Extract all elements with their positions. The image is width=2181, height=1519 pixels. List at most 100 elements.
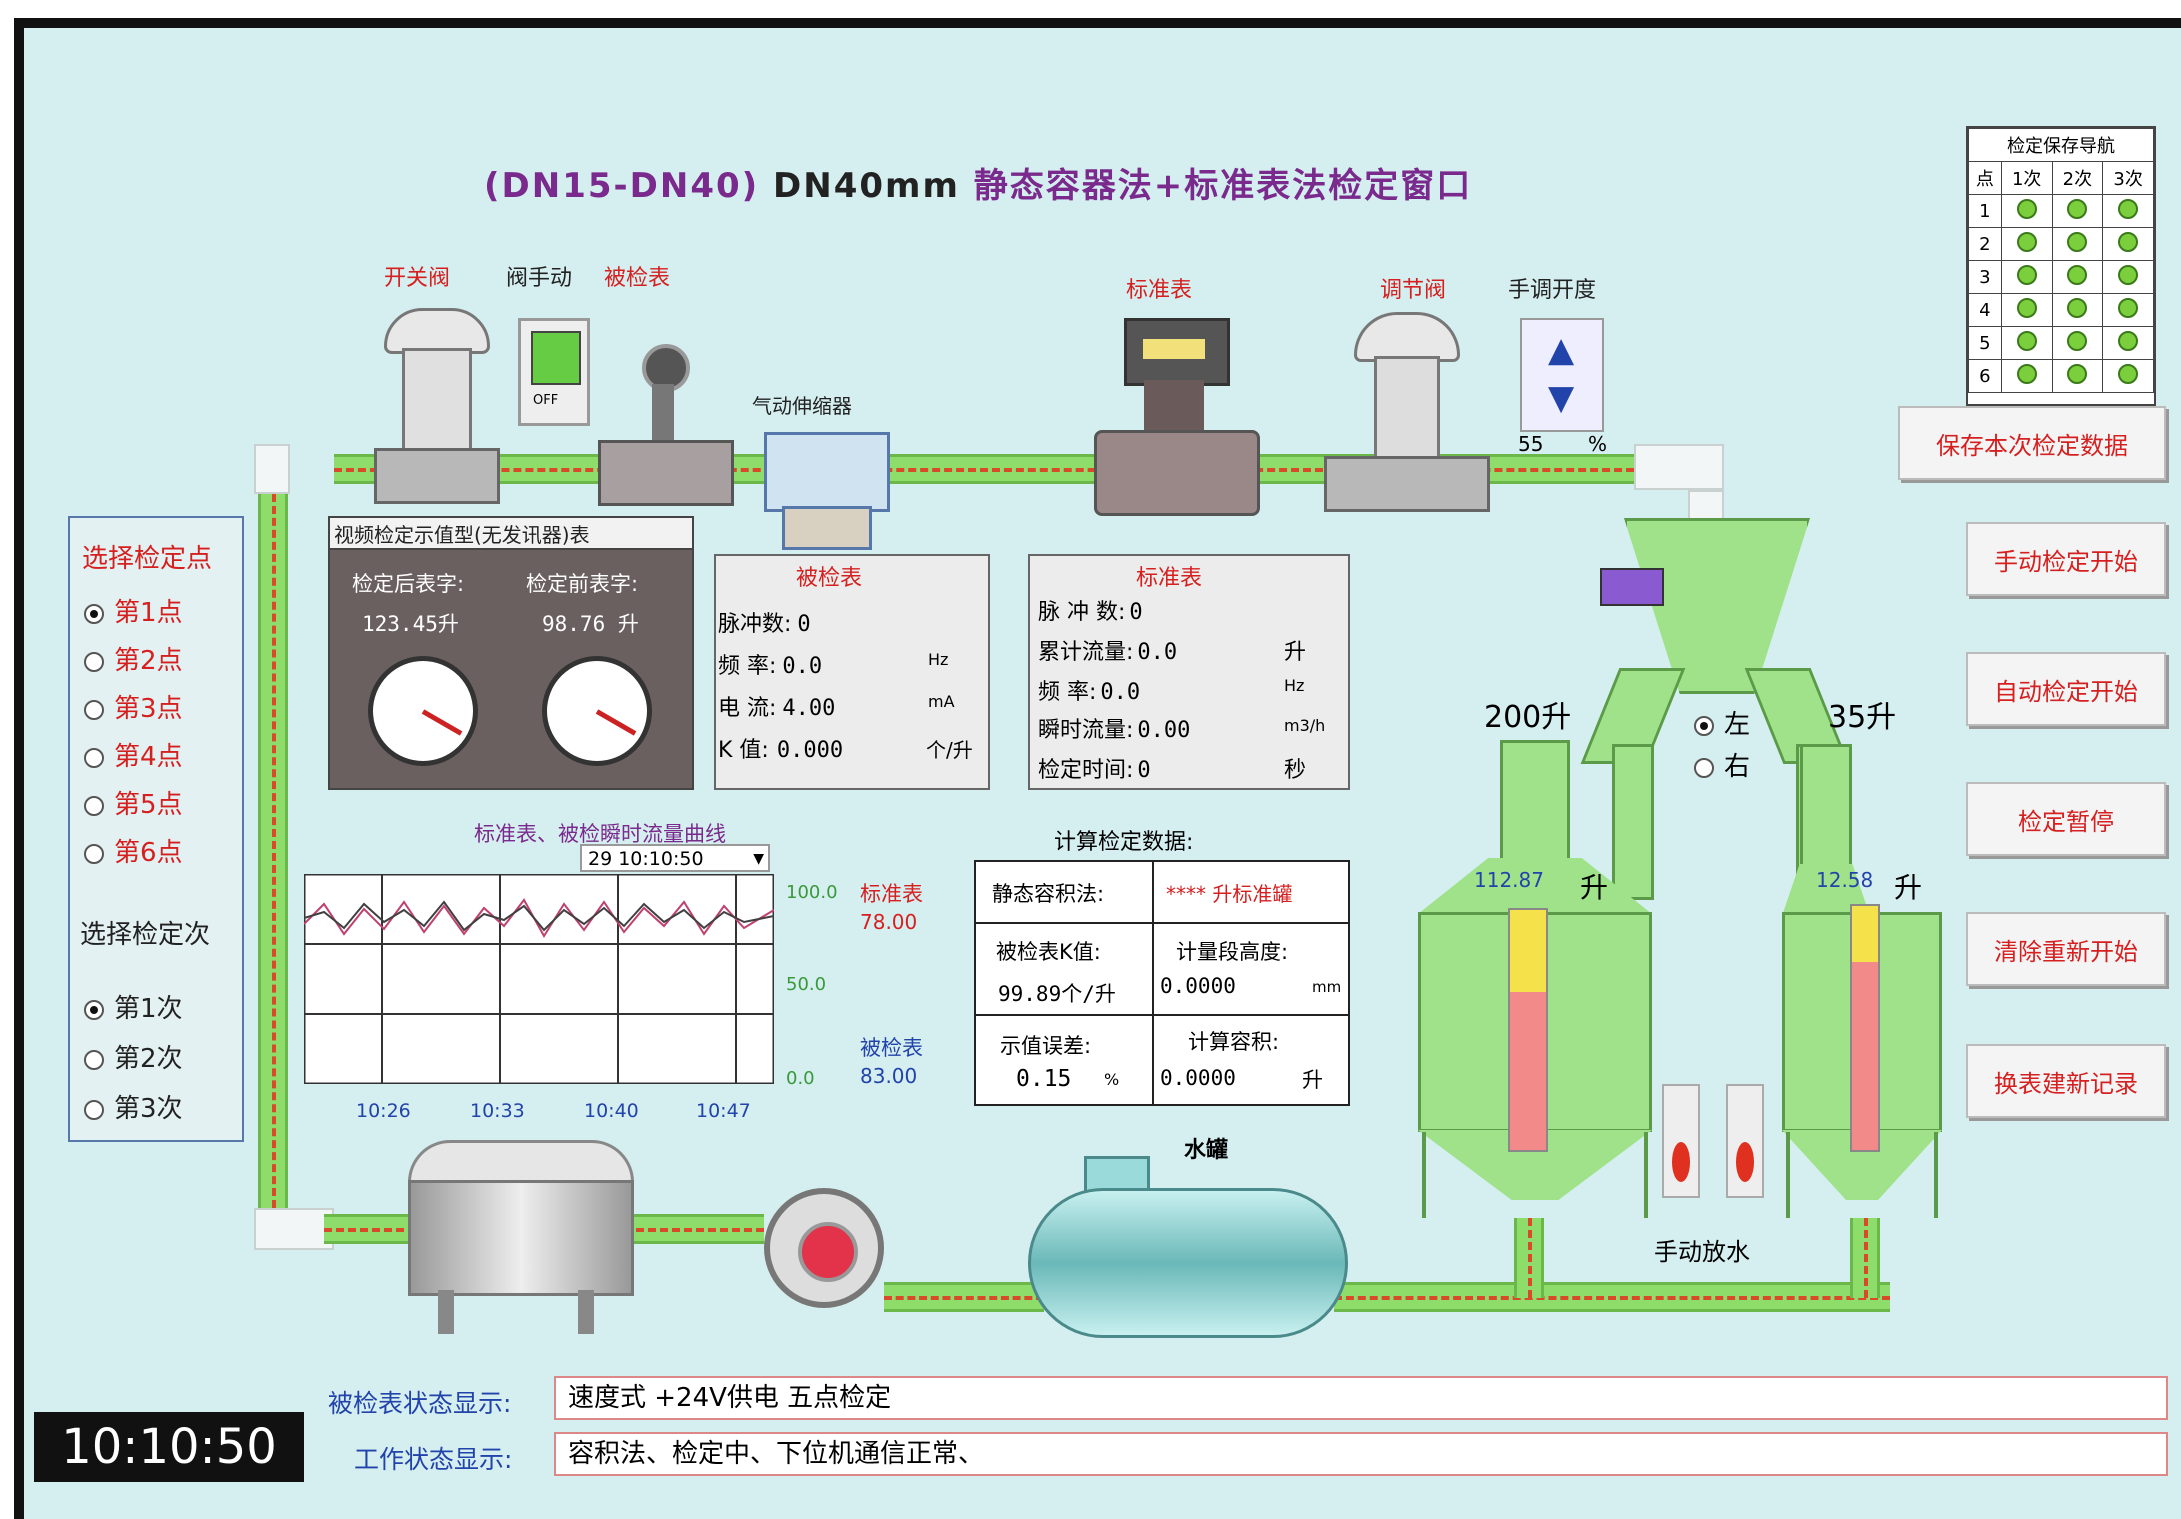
error-unit: % — [1104, 1070, 1120, 1089]
nav-col-1: 1次 — [2000, 161, 2053, 195]
switch-valve-label: 开关阀 — [384, 266, 451, 291]
expander-label: 气动伸缩器 — [752, 394, 852, 418]
pump-icon[interactable] — [764, 1188, 884, 1308]
trend-chart — [302, 872, 776, 1086]
valve-manual-off-label: OFF — [533, 393, 559, 408]
pause-button[interactable]: 检定暂停 — [1966, 782, 2166, 856]
run-option-1[interactable]: 第1次 — [84, 988, 183, 1025]
point-option-3[interactable]: 第3点 — [84, 688, 183, 725]
point-option-6[interactable]: 第6点 — [84, 832, 183, 869]
point-option-5[interactable]: 第5点 — [84, 784, 183, 821]
status-dot-icon[interactable] — [2118, 198, 2139, 219]
reset-button[interactable]: 清除重新开始 — [1966, 912, 2166, 986]
std-row-unit: 秒 — [1284, 758, 1307, 783]
auto-start-button[interactable]: 自动检定开始 — [1966, 652, 2166, 726]
point-option-label: 第1点 — [114, 598, 183, 628]
status-dot-icon[interactable] — [2118, 264, 2139, 285]
pneumatic-expander[interactable] — [764, 432, 890, 552]
point-option-4[interactable]: 第4点 — [84, 736, 183, 773]
diverter-actuator-icon[interactable] — [1600, 568, 1664, 606]
mut-row-unit: Hz — [928, 650, 949, 669]
status-dot-icon[interactable] — [2016, 264, 2037, 285]
radio-selected-icon — [84, 999, 104, 1020]
pipe-left-vertical — [258, 494, 288, 1208]
trend-xtick: 10:47 — [696, 1100, 751, 1122]
arrow-up-icon[interactable]: ▲ — [1548, 330, 1574, 370]
status-dot-icon[interactable] — [2016, 297, 2037, 318]
calc-divider — [976, 922, 1348, 924]
status-dot-icon[interactable] — [2016, 363, 2037, 384]
status-dot-icon[interactable] — [2016, 231, 2037, 252]
valve-manual-toggle[interactable]: OFF — [518, 318, 590, 426]
valve-manual-label: 阀手动 — [506, 266, 573, 291]
drain-valve-right-icon[interactable] — [1726, 1084, 1764, 1198]
status-dot-icon[interactable] — [2067, 330, 2088, 351]
trend-xtick: 10:33 — [470, 1100, 525, 1122]
save-navigation-table: 检定保存导航 点 1次 2次 3次 1 2 3 4 5 6 — [1966, 126, 2156, 406]
status-dot-icon[interactable] — [2067, 231, 2088, 252]
std-row-value: 0.00 — [1137, 718, 1191, 743]
standard-meter-device — [1094, 318, 1260, 518]
right-tank-neck — [1800, 744, 1852, 870]
trend-std-value: 78.00 — [860, 910, 918, 934]
reg-valve-actuator-icon — [1354, 312, 1460, 362]
std-row-label: 累计流量: — [1038, 640, 1134, 665]
nav-col-2: 2次 — [2051, 161, 2104, 195]
trend-timestamp-select[interactable]: 29 10:10:50 ▼ — [580, 844, 770, 872]
status-dot-icon[interactable] — [2067, 363, 2088, 384]
point-option-label: 第6点 — [114, 838, 183, 868]
nav-row: 2 — [1968, 227, 2154, 261]
switch-valve[interactable] — [374, 308, 500, 508]
volume-label: 计算容积: — [1188, 1030, 1280, 1054]
title-range: (DN15-DN40) — [484, 166, 760, 206]
status-dot-icon[interactable] — [2067, 297, 2088, 318]
diverter-down-left — [1612, 744, 1654, 900]
before-reading-label: 检定前表字: — [526, 572, 639, 596]
save-data-button[interactable]: 保存本次检定数据 — [1898, 406, 2166, 480]
point-option-1[interactable]: 第1点 — [84, 592, 183, 629]
nav-row-label: 1 — [1968, 194, 2002, 228]
mut-row-value: 0.0 — [782, 654, 823, 679]
mut-row: 电 流: 4.00 — [718, 690, 835, 722]
before-gauge-icon — [542, 656, 652, 766]
meter-status-display: 速度式 +24V供电 五点检定 — [554, 1376, 2168, 1420]
status-dot-icon[interactable] — [2118, 363, 2139, 384]
divert-right-option[interactable]: 右 — [1694, 746, 1750, 783]
divert-left-option[interactable]: 左 — [1694, 704, 1750, 741]
status-dot-icon[interactable] — [2016, 198, 2037, 219]
status-dot-icon[interactable] — [2118, 231, 2139, 252]
status-dot-icon[interactable] — [2067, 264, 2088, 285]
mut-row-value: 4.00 — [782, 696, 836, 721]
static-label: 静态容积法: — [992, 882, 1105, 906]
status-dot-icon[interactable] — [2118, 297, 2139, 318]
height-value: 0.0000 — [1160, 974, 1236, 998]
divert-right-label: 右 — [1724, 752, 1751, 782]
arrow-down-icon[interactable]: ▼ — [1548, 378, 1574, 418]
radio-icon — [84, 1099, 104, 1120]
filter-vessel-icon — [408, 1140, 634, 1340]
volume-unit: 升 — [1302, 1068, 1323, 1092]
right-tank-level-gauge — [1850, 904, 1880, 1152]
manual-opening-stepper[interactable]: ▲ ▼ — [1520, 318, 1604, 432]
run-option-2[interactable]: 第2次 — [84, 1038, 183, 1075]
left-tank-level-fill — [1510, 992, 1546, 1150]
mut-row: K 值: 0.000 — [718, 732, 843, 764]
point-option-2[interactable]: 第2点 — [84, 640, 183, 677]
water-tank-label: 水罐 — [1184, 1138, 1229, 1163]
pipe-pump-to-tank — [884, 1282, 1044, 1312]
manual-opening-unit: % — [1588, 432, 1608, 456]
left-tank-reading: 112.87 — [1474, 868, 1544, 892]
new-record-button[interactable]: 换表建新记录 — [1966, 1044, 2166, 1118]
left-tank-leg — [1644, 1132, 1648, 1218]
regulating-valve-label: 调节阀 — [1380, 278, 1447, 303]
video-panel-title: 视频检定示值型(无发讯器)表 — [328, 516, 694, 550]
manual-opening-value: 55 — [1518, 432, 1544, 456]
run-option-3[interactable]: 第3次 — [84, 1088, 183, 1125]
status-dot-icon[interactable] — [2016, 330, 2037, 351]
status-dot-icon[interactable] — [2118, 330, 2139, 351]
status-dot-icon[interactable] — [2067, 198, 2088, 219]
run-option-label: 第2次 — [114, 1044, 183, 1074]
regulating-valve[interactable] — [1324, 312, 1490, 512]
manual-start-button[interactable]: 手动检定开始 — [1966, 522, 2166, 596]
drain-valve-left-icon[interactable] — [1662, 1084, 1700, 1198]
